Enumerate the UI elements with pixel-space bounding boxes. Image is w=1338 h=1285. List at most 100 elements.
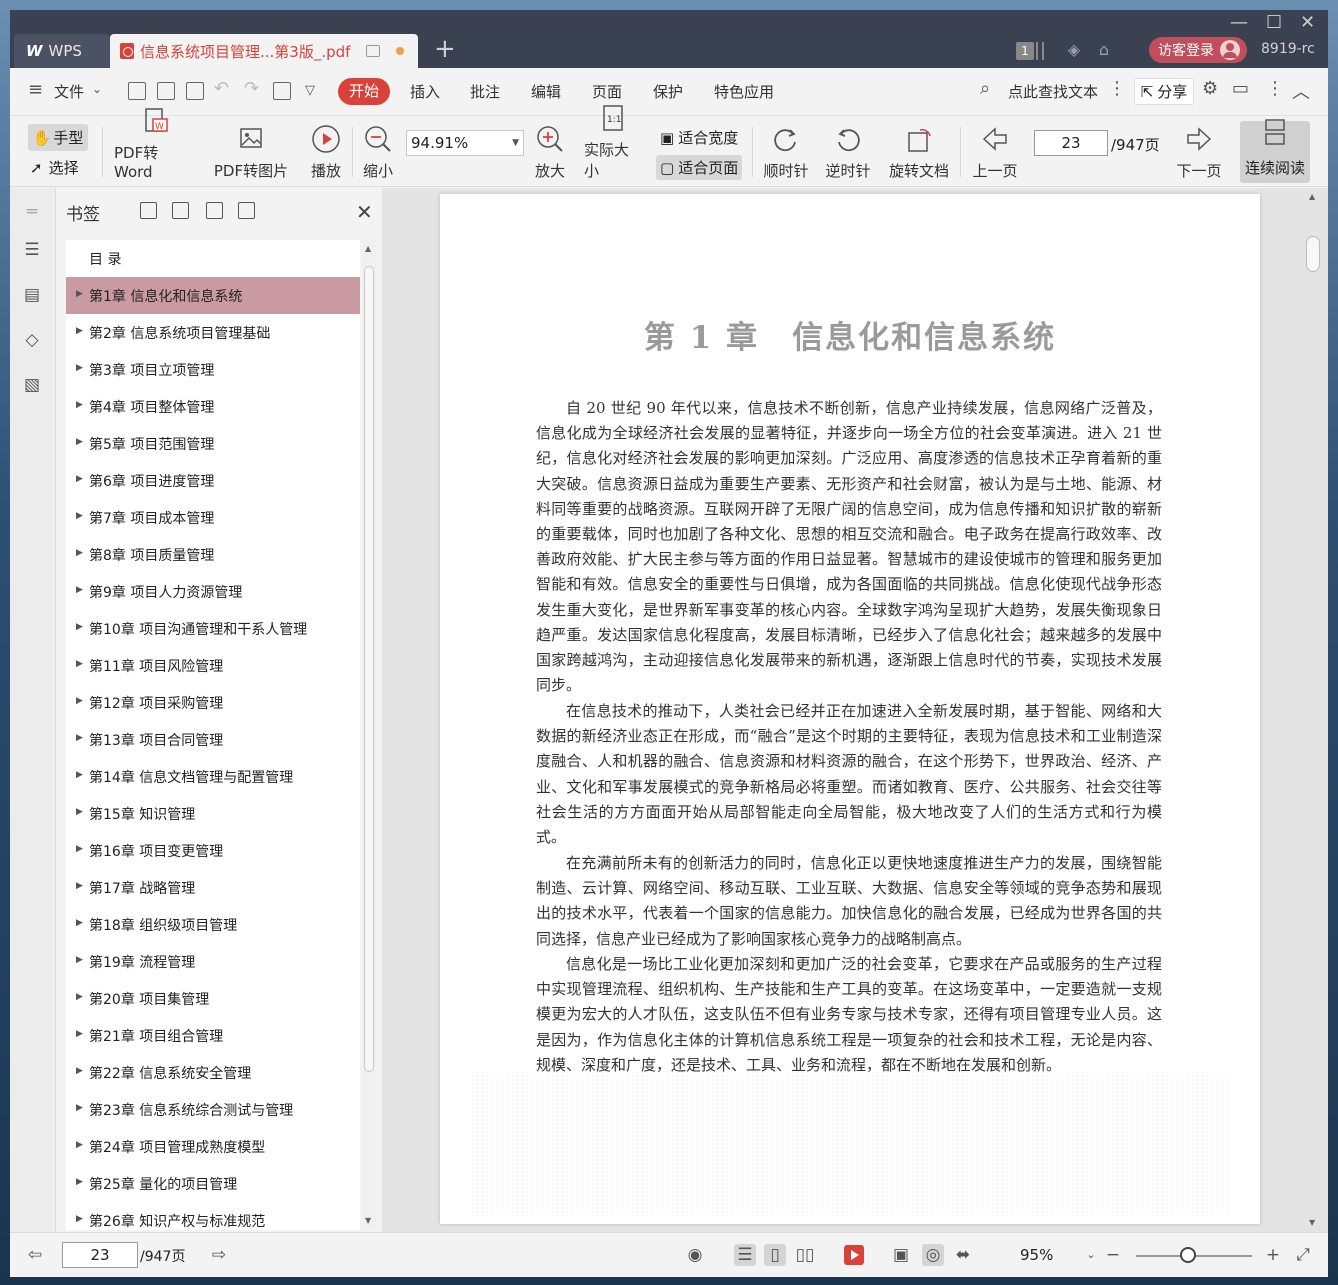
bookmark-item[interactable]: ▶ 第18章 组织级项目管理 — [66, 906, 360, 943]
hamburger-menu-icon[interactable]: ≡ — [28, 79, 43, 100]
thumbnail-icon[interactable]: ▤ — [22, 285, 42, 305]
close-panel-icon[interactable]: ✕ — [356, 200, 373, 224]
more-options-icon[interactable]: ⋮ — [1266, 78, 1284, 99]
bookmark-item[interactable]: ▶ 第22章 信息系统安全管理 — [66, 1054, 360, 1091]
bookmark-item[interactable]: ▶ 第4章 项目整体管理 — [66, 388, 360, 425]
menu-special-tab[interactable]: 特色应用 — [714, 81, 774, 102]
status-fit-page-icon[interactable]: ◎ — [922, 1244, 944, 1266]
bookmark-item[interactable]: ▶ 第25章 量化的项目管理 — [66, 1165, 360, 1202]
menu-home-tab[interactable]: 开始 — [338, 78, 390, 105]
eye-protection-icon[interactable]: ◉ — [684, 1244, 706, 1266]
expand-arrow-icon[interactable]: ▶ — [76, 1214, 83, 1224]
expand-arrow-icon[interactable]: ▶ — [76, 1066, 83, 1076]
expand-arrow-icon[interactable]: ▶ — [76, 992, 83, 1002]
scroll-up-icon[interactable]: ▲ — [1309, 192, 1315, 201]
share-button[interactable]: ⇱ 分享 — [1134, 78, 1194, 105]
bookmark-item[interactable]: ▶ 第15章 知识管理 — [66, 795, 360, 832]
bookmark-item[interactable]: ▶ 第10章 项目沟通管理和干系人管理 — [66, 610, 360, 647]
expand-arrow-icon[interactable]: ▶ — [76, 1103, 83, 1113]
annotation-icon[interactable]: ▧ — [22, 375, 42, 395]
menu-comment-tab[interactable]: 批注 — [470, 81, 500, 102]
bookmark-item[interactable]: ▶ 第24章 项目管理成熟度模型 — [66, 1128, 360, 1165]
expand-arrow-icon[interactable]: ▶ — [76, 289, 83, 299]
status-zoom-in-icon[interactable]: + — [1262, 1244, 1284, 1266]
zoom-dropdown-icon[interactable]: ⌄ — [1080, 1244, 1102, 1266]
more-chevron-icon[interactable]: ▽ — [305, 83, 315, 98]
status-next-page-icon[interactable]: ⇨ — [208, 1244, 230, 1266]
continuous-view-icon[interactable]: ☰ — [734, 1244, 756, 1266]
fullscreen-icon[interactable]: ⤢ — [1292, 1244, 1314, 1266]
minimize-icon[interactable]: — — [1230, 12, 1248, 33]
bookmark-item[interactable]: ▶ 第13章 项目合同管理 — [66, 721, 360, 758]
menu-protect-tab[interactable]: 保护 — [653, 81, 683, 102]
expand-arrow-icon[interactable]: ▶ — [76, 1177, 83, 1187]
next-page-button[interactable]: 下一页 — [1174, 117, 1224, 187]
bookmark-item[interactable]: ▶ 第2章 信息系统项目管理基础 — [66, 314, 360, 351]
expand-arrow-icon[interactable]: ▶ — [76, 474, 83, 484]
bookmark-item[interactable]: ▶ 第16章 项目变更管理 — [66, 832, 360, 869]
status-page-input[interactable]: 23 — [62, 1242, 138, 1268]
bookmark-item[interactable]: ▶ 第6章 项目进度管理 — [66, 462, 360, 499]
bookmark-item[interactable]: ▶ 第1章 信息化和信息系统 — [66, 277, 360, 314]
bookmark-item[interactable]: ▶ 第12章 项目采购管理 — [66, 684, 360, 721]
expand-arrow-icon[interactable]: ▶ — [76, 585, 83, 595]
bookmark-scrollbar[interactable]: ▲ ▼ — [362, 240, 376, 1230]
bookmark-item[interactable]: ▶ 第11章 项目风险管理 — [66, 647, 360, 684]
expand-arrow-icon[interactable]: ▶ — [76, 1029, 83, 1039]
scroll-up-icon[interactable]: ▲ — [365, 244, 371, 253]
expand-arrow-icon[interactable]: ▶ — [76, 511, 83, 521]
tag-icon[interactable]: ◇ — [22, 330, 42, 350]
zoom-in-button[interactable]: 放大 — [530, 117, 570, 187]
zoom-percentage-select[interactable]: 94.91% ▼ — [406, 130, 524, 156]
status-fit-width-icon[interactable]: ⬌ — [952, 1244, 974, 1266]
bookmark-item[interactable]: ▶ 第7章 项目成本管理 — [66, 499, 360, 536]
save-icon[interactable] — [157, 82, 175, 100]
expand-arrow-icon[interactable]: ▶ — [76, 548, 83, 558]
collapse-all-icon[interactable] — [172, 202, 189, 219]
bookmark-item[interactable]: ▶ 第21章 项目组合管理 — [66, 1017, 360, 1054]
scroll-down-icon[interactable]: ▼ — [1309, 1218, 1315, 1227]
single-page-view-icon[interactable]: ▯ — [764, 1244, 786, 1266]
undo-icon[interactable]: ↶ — [214, 78, 229, 99]
bookmark-item[interactable]: ▶ 第3章 项目立项管理 — [66, 351, 360, 388]
expand-arrow-icon[interactable]: ▶ — [76, 400, 83, 410]
tab-screen-icon[interactable] — [366, 45, 381, 57]
menu-insert-tab[interactable]: 插入 — [410, 81, 440, 102]
expand-arrow-icon[interactable]: ▶ — [76, 733, 83, 743]
continuous-reading-button[interactable]: 连续阅读 — [1240, 119, 1310, 183]
expand-arrow-icon[interactable]: ▶ — [76, 1140, 83, 1150]
chevron-down-icon[interactable]: ⌄ — [92, 82, 102, 96]
comment-bubble-icon[interactable]: ▭ — [1232, 78, 1249, 99]
more-vertical-icon[interactable]: ⋮ — [1108, 78, 1126, 99]
previous-page-button[interactable]: 上一页 — [970, 117, 1020, 187]
status-zoom-out-icon[interactable]: − — [1102, 1244, 1124, 1266]
actual-size-button[interactable]: 1:1 实际大小 — [584, 105, 642, 187]
pdf-to-image-button[interactable]: PDF转图片 — [210, 117, 292, 187]
expand-arrow-icon[interactable]: ▶ — [76, 844, 83, 854]
status-zoom-value[interactable]: 95% — [1020, 1246, 1053, 1264]
document-tab[interactable]: 信息系统项目管理...第3版_.pdf — [110, 34, 418, 68]
expand-arrow-icon[interactable]: ▶ — [76, 437, 83, 447]
expand-arrow-icon[interactable]: ▶ — [76, 659, 83, 669]
play-button[interactable]: 播放 — [306, 117, 346, 187]
bookmark-item[interactable]: ▶ 第19章 流程管理 — [66, 943, 360, 980]
find-text-field[interactable]: 点此查找文本 — [1008, 81, 1098, 102]
add-bookmark-icon[interactable] — [206, 202, 223, 219]
fit-page-button[interactable]: ▢ 适合页面 — [656, 155, 743, 180]
maximize-icon[interactable]: ☐ — [1266, 12, 1282, 33]
expand-arrow-icon[interactable]: ▶ — [76, 955, 83, 965]
open-folder-icon[interactable] — [128, 82, 146, 100]
bookmark-item[interactable]: ▶ 第5章 项目范围管理 — [66, 425, 360, 462]
zoom-out-button[interactable]: 缩小 — [358, 117, 398, 187]
new-tab-plus-icon[interactable]: + — [434, 36, 456, 62]
bookmark-item[interactable]: ▶ 第23章 信息系统综合测试与管理 — [66, 1091, 360, 1128]
rotate-counter-clockwise-button[interactable]: 逆时针 — [822, 117, 874, 187]
status-prev-page-icon[interactable]: ⇦ — [24, 1244, 46, 1266]
status-actual-size-icon[interactable]: ▣ — [890, 1244, 912, 1266]
shirt-icon[interactable]: ⌂ — [1094, 40, 1114, 60]
visitor-login-button[interactable]: 访客登录 — [1149, 37, 1247, 63]
status-play-icon[interactable] — [844, 1245, 864, 1265]
bookmark-toc[interactable]: 目 录 — [66, 240, 360, 277]
expand-arrow-icon[interactable]: ▶ — [76, 918, 83, 928]
scroll-down-icon[interactable]: ▼ — [365, 1216, 371, 1225]
